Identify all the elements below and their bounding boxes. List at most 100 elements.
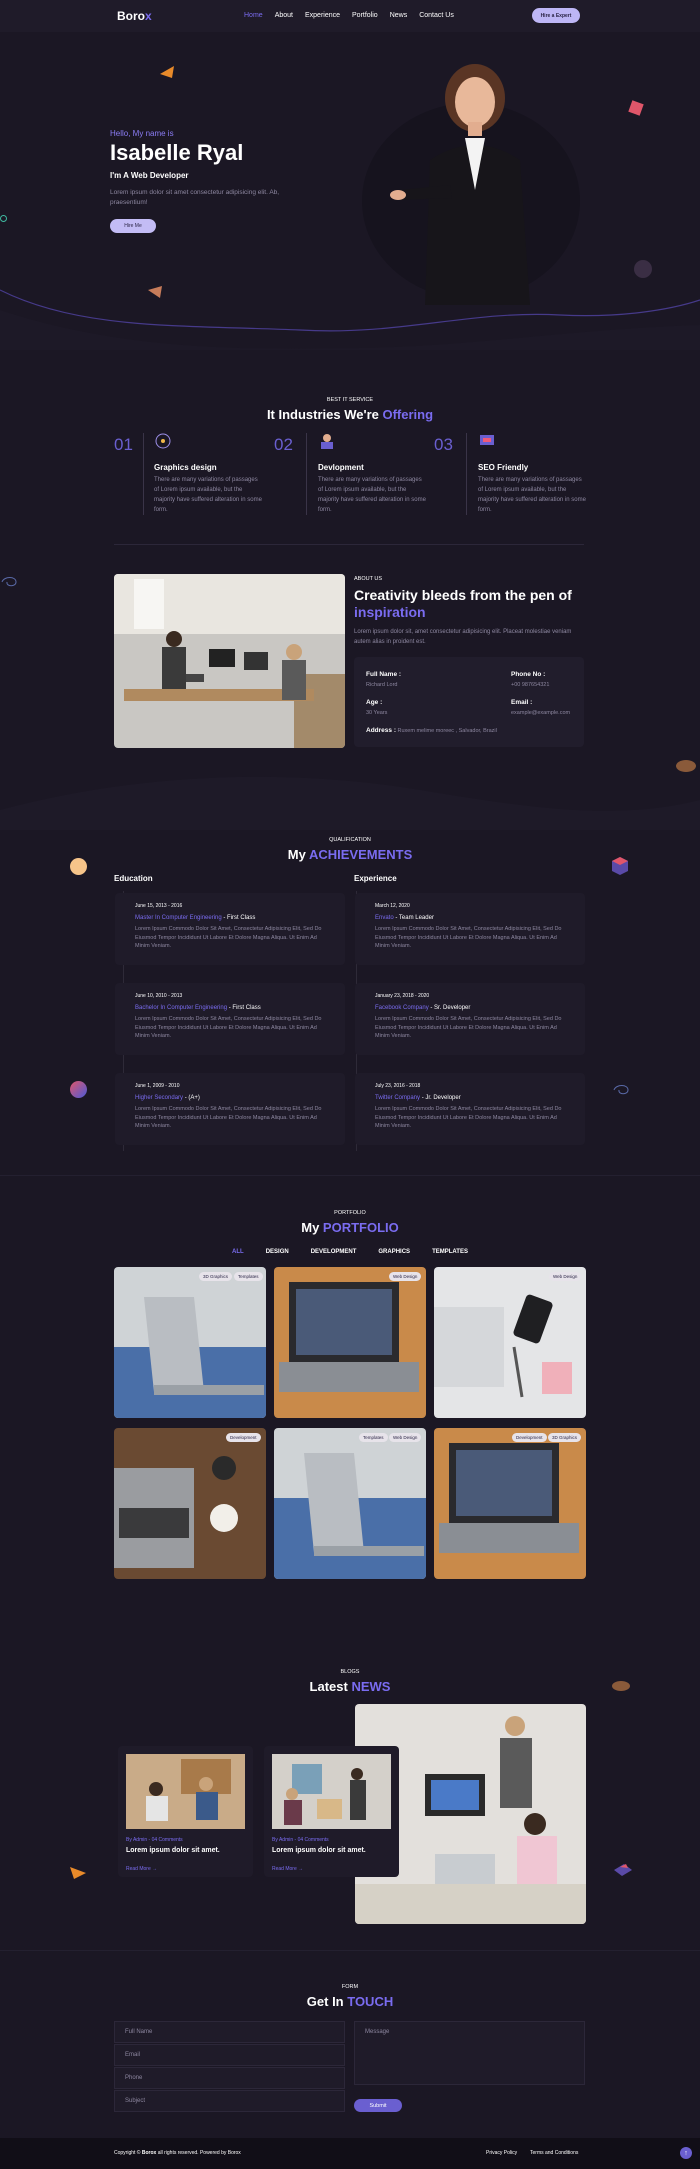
read-more-link[interactable]: Read More →: [126, 1866, 245, 1872]
read-more-label: Read More: [126, 1866, 151, 1872]
terms-link[interactable]: Terms and Conditions: [530, 2150, 578, 2156]
cube-decoration-icon: [612, 857, 628, 875]
arrow-right-icon: →: [298, 1866, 304, 1872]
section-divider: [114, 544, 584, 545]
about-title: Creativity bleeds from the pen of inspira…: [354, 587, 584, 621]
hire-expert-button[interactable]: Hire a Expert: [532, 8, 580, 23]
phone-field[interactable]: Phone: [114, 2067, 345, 2089]
nav-experience[interactable]: Experience: [305, 12, 340, 19]
fullname-field[interactable]: Full Name: [114, 2021, 345, 2043]
portfolio-item[interactable]: Templates Web Design: [274, 1428, 426, 1579]
filter-design[interactable]: DESIGN: [266, 1249, 289, 1255]
contact-title: Get In TOUCH: [0, 1994, 700, 2009]
news-meta: By Admin - 04 Comments: [126, 1837, 183, 1843]
scroll-top-icon[interactable]: ↑: [680, 2147, 692, 2159]
news-image: [126, 1754, 245, 1829]
nav-home[interactable]: Home: [244, 12, 263, 19]
news-card[interactable]: By Admin - 04 Comments Lorem ipsum dolor…: [264, 1746, 399, 1877]
contact-subtitle: FORM: [341, 1984, 359, 1990]
news-post-title[interactable]: Lorem ipsum dolor sit amet.: [272, 1847, 391, 1854]
email-field[interactable]: Email: [114, 2044, 345, 2066]
filter-development[interactable]: DEVELOPMENT: [311, 1249, 357, 1255]
about-subtitle: ABOUT US: [354, 576, 383, 582]
copyright-text: Copyright © Borox all rights reserved. P…: [114, 2150, 241, 2156]
portfolio-item[interactable]: Web Design: [434, 1267, 586, 1418]
brand-logo[interactable]: Borox: [117, 9, 152, 23]
portfolio-subtitle: PORTFOLIO: [334, 1210, 366, 1216]
cube-decoration-icon: [614, 1864, 632, 1876]
news-post-title[interactable]: Lorem ipsum dolor sit amet.: [126, 1847, 245, 1854]
submit-button[interactable]: Submit: [354, 2099, 402, 2112]
services-subtitle: BEST IT SERVICE: [326, 397, 374, 403]
gradient-orb-decoration-icon: [70, 1081, 87, 1098]
achievement-extra: - (A+): [184, 1095, 200, 1101]
filter-templates[interactable]: TEMPLATES: [432, 1249, 468, 1255]
portfolio-tag: Web Design: [389, 1272, 422, 1281]
laptop-table-image: [114, 1456, 238, 1568]
laptop-sofa-image: [274, 1453, 426, 1579]
divider: [143, 433, 144, 515]
address-label: Address :: [366, 727, 396, 734]
news-card[interactable]: By Admin - 04 Comments Lorem ipsum dolor…: [118, 1746, 253, 1877]
experience-card: March 12, 2020 Envato - Team Leader Lore…: [355, 893, 585, 965]
portfolio-tag: 3D Graphics: [199, 1272, 233, 1281]
brand-prefix: Boro: [117, 9, 145, 23]
top-navbar: Borox Home About Experience Portfolio Ne…: [0, 0, 700, 32]
portfolio-item[interactable]: Development 3D Graphics: [434, 1428, 586, 1579]
phone-value: +00 987654321: [511, 682, 550, 688]
achievement-title: Twitter Company: [375, 1095, 421, 1101]
filter-all[interactable]: ALL: [232, 1249, 244, 1255]
seo-icon: [480, 435, 494, 445]
address-row: Address : Ruxem melime moreec , Salvador…: [366, 727, 497, 734]
achievement-title: Bachelor In Computer Engineering: [135, 1005, 228, 1011]
education-heading: Education: [114, 874, 153, 883]
subject-field[interactable]: Subject: [114, 2090, 345, 2112]
laptop-sofa-image: [114, 1297, 266, 1418]
laptop-editing-image: [439, 1443, 579, 1553]
hero-greeting: Hello, My name is: [110, 129, 174, 138]
portfolio-item[interactable]: Web Design: [274, 1267, 426, 1418]
service-title: SEO Friendly: [478, 463, 529, 472]
fullname-label: Full Name :: [366, 671, 402, 678]
about-office-image: [114, 574, 345, 748]
nav-news[interactable]: News: [390, 12, 408, 19]
service-number: 02: [274, 435, 293, 454]
achievement-extra: - Sr. Developer: [430, 1005, 471, 1011]
nav-about[interactable]: About: [275, 12, 293, 19]
experience-card: January 23, 2018 - 2020 Facebook Company…: [355, 983, 585, 1055]
copyright-suffix: all rights reserved. Powered by Borox: [156, 2150, 241, 2156]
graphics-design-icon: [155, 433, 171, 449]
achievement-title: Master In Computer Engineering: [135, 915, 222, 921]
about-title-text: Creativity bleeds from the pen of: [354, 587, 572, 603]
portfolio-tag: Web Design: [549, 1272, 582, 1281]
triangle-decoration-icon: [70, 1867, 86, 1879]
section-divider: [0, 1175, 700, 1176]
achievement-text: Lorem Ipsum Commodo Dolor Sit Amet, Cons…: [135, 1106, 322, 1129]
nav-portfolio[interactable]: Portfolio: [352, 12, 378, 19]
copyright-prefix: Copyright ©: [114, 2150, 142, 2156]
filter-graphics[interactable]: GRAPHICS: [378, 1249, 410, 1255]
portfolio-item[interactable]: Development: [114, 1428, 266, 1579]
message-field[interactable]: Message: [354, 2021, 585, 2085]
news-subtitle: BLOGS: [340, 1669, 360, 1675]
portfolio-title-text: My: [301, 1220, 323, 1235]
read-more-link[interactable]: Read More →: [272, 1866, 391, 1872]
education-card: June 1, 2009 - 2010 Higher Secondary - (…: [115, 1073, 345, 1145]
hire-me-button[interactable]: Hire Me: [110, 219, 156, 233]
achievement-date: July 23, 2016 - 2018: [375, 1083, 421, 1089]
ring-decoration-icon: [0, 215, 7, 222]
portfolio-item[interactable]: 3D Graphics Templates: [114, 1267, 266, 1418]
achievement-text: Lorem Ipsum Commodo Dolor Sit Amet, Cons…: [135, 926, 322, 949]
news-title-accent: NEWS: [351, 1679, 391, 1694]
achievement-text: Lorem Ipsum Commodo Dolor Sit Amet, Cons…: [375, 1106, 562, 1129]
privacy-link[interactable]: Privacy Policy: [486, 2150, 517, 2156]
portfolio-title-accent: PORTFOLIO: [322, 1220, 399, 1235]
about-title-accent: inspiration: [354, 604, 426, 620]
service-text: There are many variations of passages of…: [478, 477, 586, 513]
experience-heading: Experience: [354, 874, 397, 883]
achievement-extra: - First Class: [228, 1005, 261, 1011]
age-label: Age :: [366, 699, 383, 706]
nav-contact[interactable]: Contact Us: [419, 12, 454, 19]
achievements-title-text: My: [287, 847, 309, 862]
read-more-label: Read More: [272, 1866, 297, 1872]
